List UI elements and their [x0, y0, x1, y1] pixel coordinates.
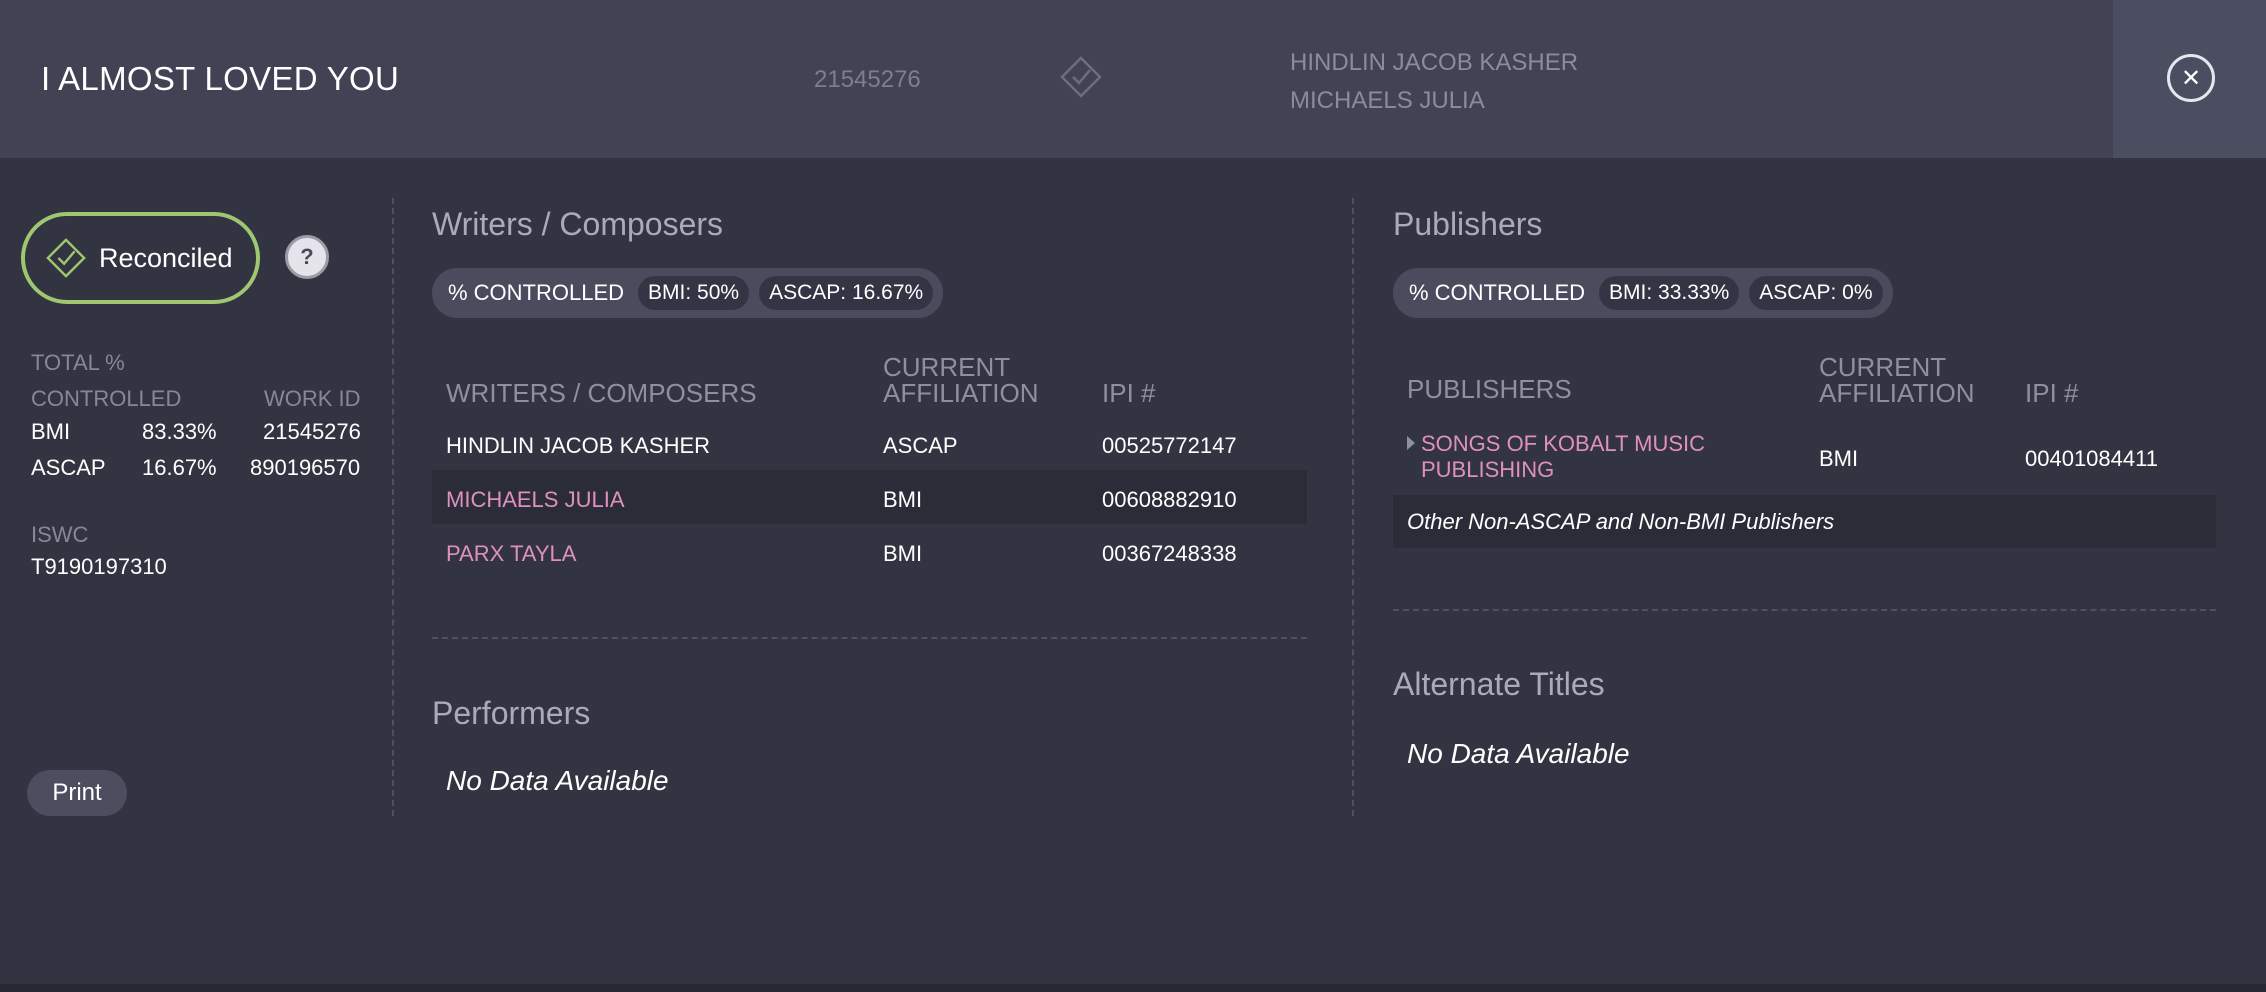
ascap-controlled-chip: ASCAP: 0% [1749, 276, 1883, 310]
column-header-affiliation-line: AFFILIATION [1819, 378, 1975, 408]
writer-name-link[interactable]: PARX TAYLA [446, 541, 576, 567]
work-header: I ALMOST LOVED YOU 21545276 HINDLIN JACO… [0, 0, 2266, 158]
divider [1352, 198, 1354, 816]
column-header-affiliation: CURRENT AFFILIATION [883, 354, 1039, 406]
work-id-label: WORK ID [264, 386, 361, 411]
question-icon: ? [300, 244, 314, 269]
column-header-affiliation-line: CURRENT [883, 352, 1011, 382]
help-button[interactable]: ? [285, 235, 329, 279]
alternate-titles-empty: No Data Available [1407, 738, 1630, 769]
writer-affiliation: BMI [883, 487, 923, 512]
bottom-bar [0, 984, 2266, 992]
publisher-name-line: PUBLISHING [1421, 457, 1555, 482]
column-header-affiliation: CURRENT AFFILIATION [1819, 354, 1975, 406]
iswc-value: T9190197310 [31, 554, 167, 579]
work-title: I ALMOST LOVED YOU [41, 60, 400, 97]
summary-pct: 16.67% [142, 455, 217, 480]
close-button[interactable]: ✕ [2167, 54, 2215, 102]
writers-section-title: Writers / Composers [432, 206, 724, 242]
divider [392, 198, 394, 816]
performers-section-title: Performers [432, 695, 591, 731]
total-label: TOTAL % [31, 350, 125, 375]
writer-ipi: 00525772147 [1102, 433, 1237, 458]
summary-org: BMI [31, 419, 71, 444]
divider [432, 637, 1307, 639]
publisher-affiliation: BMI [1819, 446, 1859, 471]
header-writers: HINDLIN JACOB KASHER MICHAELS JULIA [1290, 44, 1578, 120]
reconciled-check-icon [46, 238, 86, 278]
iswc-label: ISWC [31, 522, 89, 547]
column-header-ipi: IPI # [2025, 378, 2079, 408]
alternate-titles-section-title: Alternate Titles [1393, 666, 1605, 702]
summary-work-id: 21545276 [263, 419, 361, 444]
controlled-label: % CONTROLLED [448, 280, 625, 305]
publisher-ipi: 00401084411 [2025, 446, 2158, 471]
performers-empty: No Data Available [446, 765, 669, 796]
header-work-id: 21545276 [814, 66, 921, 93]
writer-ipi: 00367248338 [1102, 541, 1237, 566]
publisher-name-line: SONGS OF KOBALT MUSIC [1421, 431, 1706, 456]
controlled-label: CONTROLLED [31, 386, 182, 411]
reconciled-status-button[interactable]: Reconciled [21, 212, 260, 304]
header-writer: MICHAELS JULIA [1290, 87, 1485, 114]
column-header-name: WRITERS / COMPOSERS [446, 378, 757, 408]
summary-work-id: 890196570 [250, 455, 361, 480]
publishers-controlled-pill: % CONTROLLED BMI: 33.33% ASCAP: 0% [1393, 268, 1893, 318]
close-icon: ✕ [2180, 64, 2202, 92]
print-button[interactable]: Print [27, 770, 127, 816]
bmi-controlled-chip: BMI: 50% [638, 276, 750, 310]
other-publishers-row: Other Non-ASCAP and Non-BMI Publishers [1393, 495, 2216, 548]
publisher-name-link[interactable]: SONGS OF KOBALT MUSIC PUBLISHING [1421, 431, 1705, 483]
header-writer: HINDLIN JACOB KASHER [1290, 49, 1579, 76]
writer-name-link[interactable]: MICHAELS JULIA [446, 487, 625, 513]
writer-name: HINDLIN JACOB KASHER [446, 433, 711, 458]
reconciled-label: Reconciled [99, 242, 233, 273]
writers-controlled-pill: % CONTROLLED BMI: 50% ASCAP: 16.67% [432, 268, 944, 318]
ascap-controlled-chip: ASCAP: 16.67% [759, 276, 934, 310]
summary-pct: 83.33% [142, 419, 217, 444]
writer-affiliation: BMI [883, 541, 923, 566]
writer-affiliation: ASCAP [883, 433, 958, 458]
expand-triangle-icon[interactable] [1407, 436, 1415, 450]
column-header-name: PUBLISHERS [1407, 374, 1572, 404]
column-header-affiliation-line: AFFILIATION [883, 378, 1039, 408]
column-header-affiliation-line: CURRENT [1819, 352, 1947, 382]
reconciled-diamond-icon [1060, 56, 1102, 98]
publishers-section-title: Publishers [1393, 206, 1543, 242]
column-header-ipi: IPI # [1102, 378, 1156, 408]
controlled-label: % CONTROLLED [1409, 280, 1586, 305]
close-panel: ✕ [2113, 0, 2266, 158]
writer-ipi: 00608882910 [1102, 487, 1237, 512]
summary-org: ASCAP [31, 455, 106, 480]
divider [1393, 609, 2216, 611]
bmi-controlled-chip: BMI: 33.33% [1599, 276, 1740, 310]
